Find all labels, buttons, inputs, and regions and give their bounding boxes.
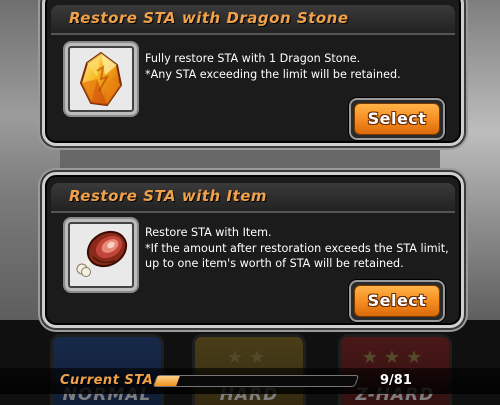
panel-title: Restore STA with Item <box>69 187 267 205</box>
current-sta-value: 9/81 <box>380 373 412 388</box>
star-icons: ★★★ <box>361 347 429 368</box>
star-icons: ★★ <box>226 347 272 368</box>
sta-gauge-track <box>152 375 360 387</box>
select-item-button[interactable]: Select <box>349 280 445 322</box>
panel-description: Restore STA with Item. *If the amount af… <box>145 225 450 272</box>
current-sta-bar: Current STA 9/81 <box>0 368 500 394</box>
description-line: *Any STA exceeding the limit will be ret… <box>145 67 401 81</box>
current-sta-label: Current STA <box>60 373 154 388</box>
dragon-stone-icon-frame <box>63 41 139 117</box>
sta-gauge-fill <box>154 376 181 386</box>
select-button-label: Select <box>367 109 427 128</box>
panel-header: Restore STA with Item <box>51 183 455 213</box>
select-button-face: Select <box>354 285 440 317</box>
meat-icon <box>76 230 128 277</box>
select-button-label: Select <box>367 291 427 310</box>
dragon-stone-icon <box>79 51 123 107</box>
meat-icon-frame <box>63 217 139 293</box>
select-dragon-stone-button[interactable]: Select <box>349 98 445 140</box>
item-restore-panel: Restore STA with Item Restore STA with I… <box>42 172 464 328</box>
panel-description: Fully restore STA with 1 Dragon Stone. *… <box>145 51 450 82</box>
description-line: *If the amount after restoration exceeds… <box>145 241 449 255</box>
dragon-stone-restore-panel: Restore STA with Dragon Stone Fully rest… <box>42 0 464 146</box>
panel-header: Restore STA with Dragon Stone <box>51 5 455 35</box>
select-button-face: Select <box>354 103 440 135</box>
description-line: Restore STA with Item. <box>145 226 272 239</box>
description-line: Fully restore STA with 1 Dragon Stone. <box>145 52 361 65</box>
description-line: up to one item's worth of STA will be re… <box>145 257 404 270</box>
panel-title: Restore STA with Dragon Stone <box>69 9 349 27</box>
